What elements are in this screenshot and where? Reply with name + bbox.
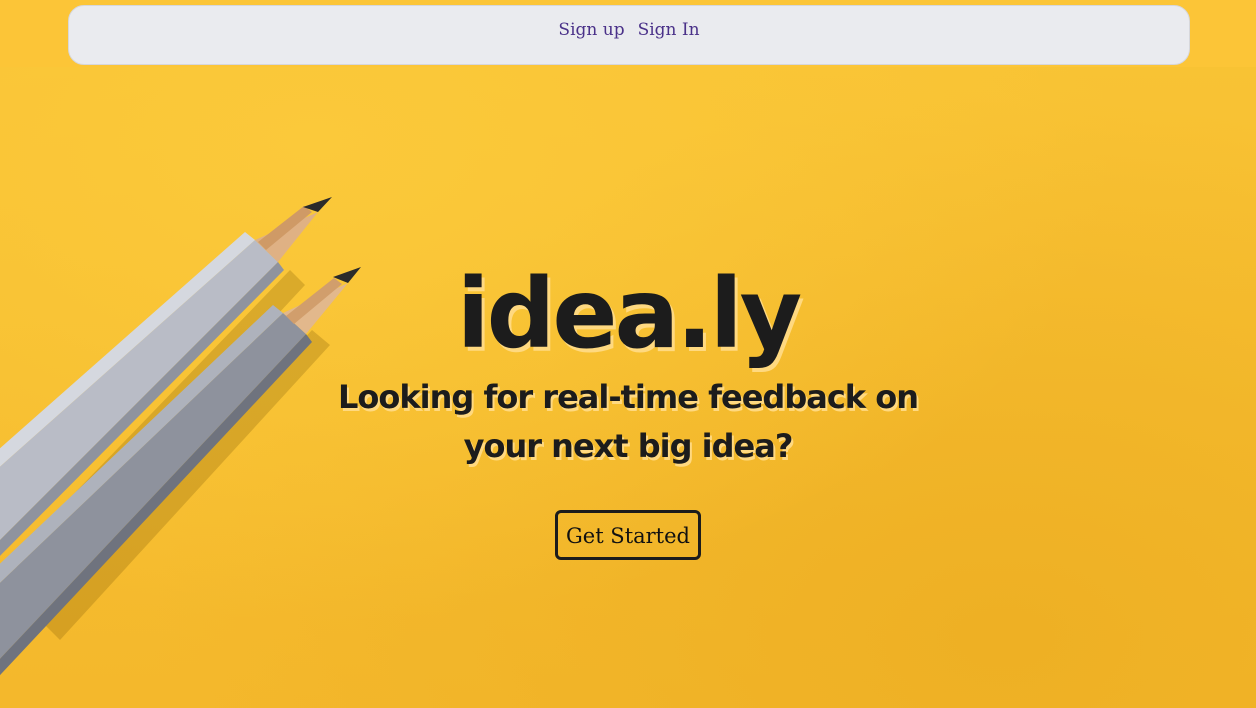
get-started-button[interactable]: Get Started	[554, 510, 701, 560]
sign-in-link[interactable]: Sign In	[638, 20, 700, 40]
hero-tagline: Looking for real-time feedback on your n…	[338, 378, 919, 465]
hero-section: idea.ly Looking for real-time feedback o…	[0, 255, 1256, 560]
logo-wordmark: idea.ly	[456, 258, 802, 370]
sign-up-link[interactable]: Sign up	[558, 20, 624, 40]
